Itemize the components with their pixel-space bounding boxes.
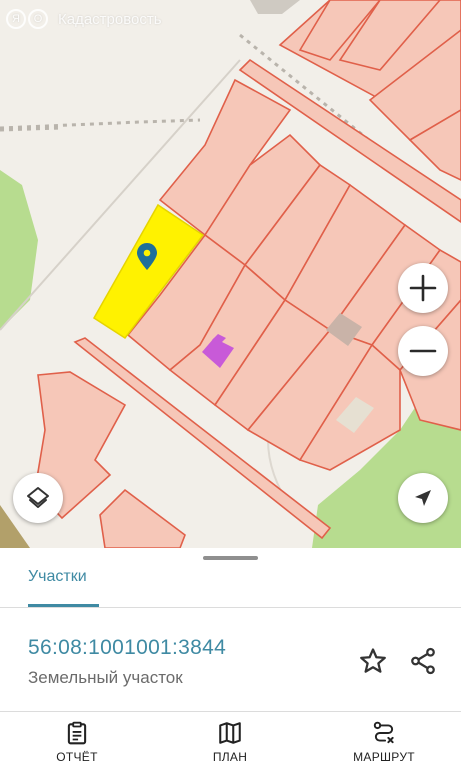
path-line bbox=[0, 126, 61, 132]
nav-route[interactable]: МАРШРУТ bbox=[329, 720, 439, 766]
cadastral-number[interactable]: 56:08:1001001:3844 bbox=[28, 636, 226, 660]
sheet-drag-handle[interactable] bbox=[203, 556, 258, 560]
plus-icon bbox=[409, 274, 437, 302]
road-area bbox=[250, 0, 300, 14]
nav-route-label: МАРШРУТ bbox=[353, 750, 415, 764]
nav-plan[interactable]: ПЛАН bbox=[175, 720, 285, 766]
object-type: Земельный участок bbox=[28, 668, 183, 687]
map-canvas[interactable] bbox=[0, 0, 461, 548]
nav-report-label: ОТЧЁТ bbox=[56, 750, 98, 764]
star-icon bbox=[360, 648, 386, 673]
bottom-sheet: Участки 56:08:1001001:3844 Земельный уча… bbox=[0, 548, 461, 768]
forest-area bbox=[0, 170, 38, 330]
path-line bbox=[0, 118, 201, 130]
divider bbox=[0, 711, 461, 712]
clipboard-icon bbox=[67, 721, 87, 745]
share-icon bbox=[411, 647, 435, 675]
nav-report[interactable]: ОТЧЁТ bbox=[22, 720, 132, 766]
favorite-button[interactable] bbox=[356, 644, 390, 678]
zoom-in-button[interactable] bbox=[398, 263, 448, 313]
divider bbox=[0, 607, 461, 608]
tab-parcels[interactable]: Участки bbox=[28, 568, 87, 586]
brand-logo-icon: ЯО bbox=[6, 8, 52, 30]
brand-name: Кадастровость bbox=[58, 10, 162, 28]
navigation-arrow-icon bbox=[415, 490, 431, 506]
share-button[interactable] bbox=[406, 644, 440, 678]
minus-icon bbox=[409, 349, 437, 353]
brand-watermark: ЯО Кадастровость bbox=[6, 7, 162, 31]
route-icon bbox=[373, 721, 394, 744]
layers-icon bbox=[27, 487, 49, 508]
nav-plan-label: ПЛАН bbox=[212, 750, 248, 764]
map-icon bbox=[219, 722, 241, 744]
parcel[interactable] bbox=[99, 488, 186, 548]
map-view[interactable]: ЯО Кадастровость bbox=[0, 0, 461, 548]
layers-button[interactable] bbox=[13, 473, 63, 523]
locate-button[interactable] bbox=[398, 473, 448, 523]
zoom-out-button[interactable] bbox=[398, 326, 448, 376]
